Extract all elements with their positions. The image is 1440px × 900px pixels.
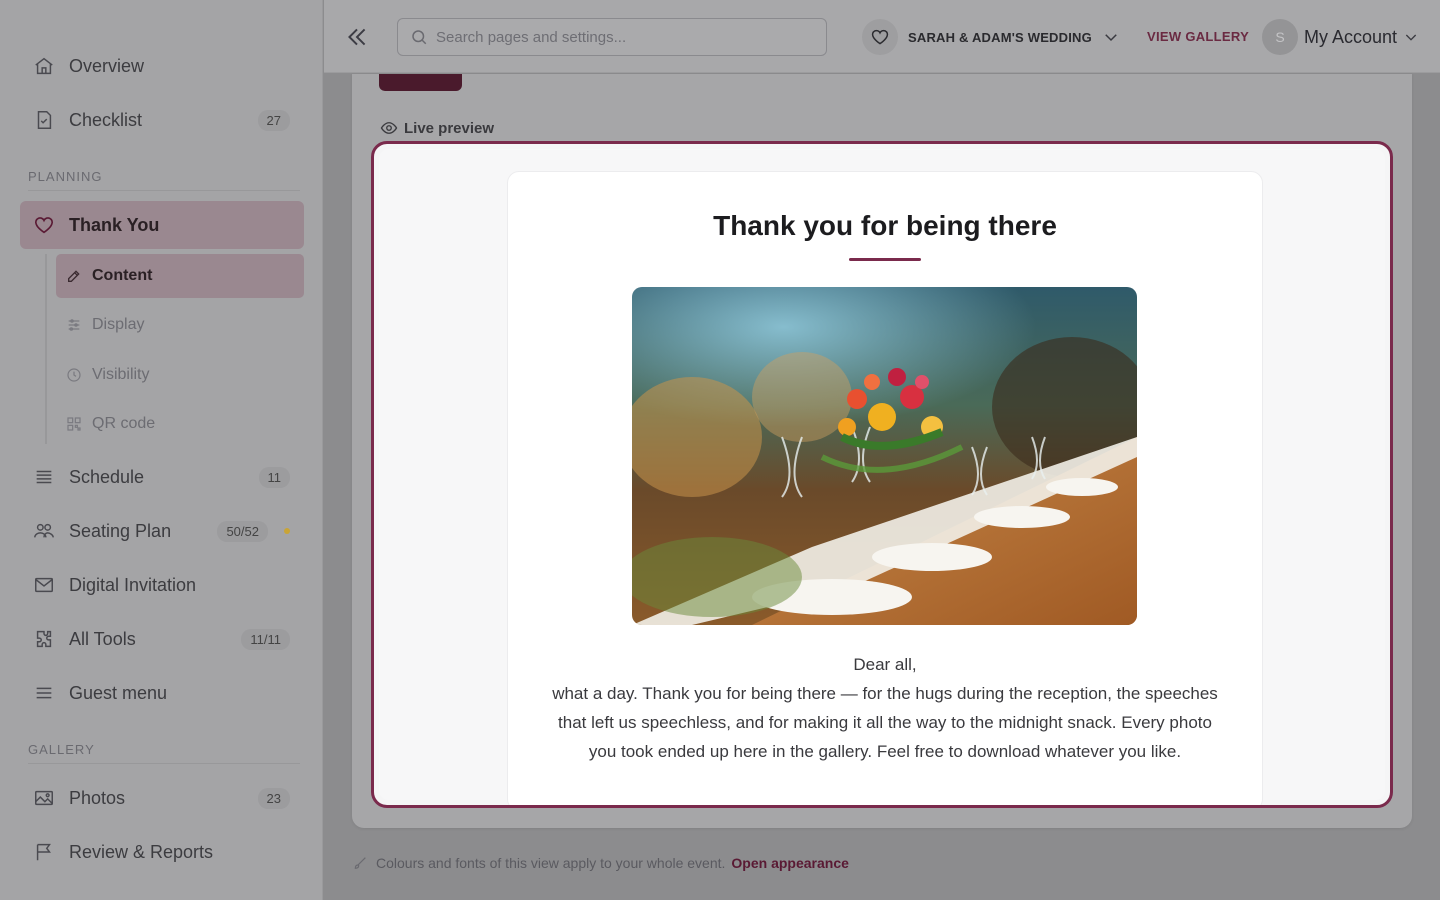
submenu-line — [45, 254, 47, 444]
avatar: S — [1262, 19, 1298, 55]
account-menu[interactable]: S My Account — [1262, 19, 1419, 55]
eye-icon — [380, 119, 398, 137]
puzzle-icon — [33, 628, 55, 650]
sidebar-subitem-label: Visibility — [92, 366, 150, 383]
count-badge: 11/11 — [241, 628, 290, 650]
status-dot — [284, 528, 290, 534]
sidebar-item-label: Review & Reports — [69, 841, 214, 862]
chevron-down-icon — [1102, 28, 1120, 46]
sidebar-item-label: All Tools — [69, 628, 136, 649]
count-badge: 11 — [258, 466, 290, 488]
open-appearance-link[interactable]: Open appearance — [731, 855, 849, 871]
primary-button-partial[interactable] — [379, 74, 462, 91]
section-label-gallery: GALLERY — [28, 742, 95, 757]
sidebar-item-label: Seating Plan — [69, 520, 172, 541]
heart-icon — [862, 19, 898, 55]
clock-icon — [66, 367, 82, 383]
sidebar-item-guest-menu[interactable]: Guest menu — [20, 669, 304, 717]
home-icon — [33, 55, 55, 77]
sidebar-subitem-label: QR code — [92, 415, 156, 432]
account-label: My Account — [1304, 26, 1398, 47]
count-badge: 23 — [257, 787, 290, 809]
sidebar-item-label: Photos — [69, 787, 126, 808]
sidebar-item-schedule[interactable]: Schedule 11 — [20, 453, 304, 501]
brush-icon — [352, 855, 368, 871]
sidebar: Overview Checklist 27 PLANNING Thank You… — [0, 0, 323, 900]
event-photo — [632, 287, 1137, 625]
search-icon — [410, 28, 428, 46]
message-body: what a day. Thank you for being there — … — [552, 684, 1218, 761]
preview-title: Thank you for being there — [713, 210, 1057, 241]
sidebar-item-thank-you[interactable]: Thank You — [20, 201, 304, 249]
live-preview-text: Live preview — [404, 119, 495, 137]
sidebar-subitem-label: Content — [92, 267, 153, 284]
preview-frame: Thank you for being there Dear all, what… — [371, 141, 1393, 808]
section-label-planning: PLANNING — [28, 169, 103, 184]
sidebar-item-digital-invitation[interactable]: Digital Invitation — [20, 561, 304, 609]
sidebar-subitem-display[interactable]: Display — [56, 303, 304, 347]
section-divider — [28, 763, 300, 764]
seating-icon — [33, 520, 55, 542]
sidebar-item-label: Schedule — [69, 466, 145, 487]
thank-you-card: Thank you for being there Dear all, what… — [507, 171, 1263, 805]
qr-icon — [66, 416, 82, 432]
heart-icon — [33, 214, 55, 236]
thank-you-message: Dear all, what a day. Thank you for bein… — [552, 650, 1218, 766]
envelope-icon — [33, 574, 55, 596]
appearance-note-text: Colours and fonts of this view apply to … — [376, 855, 726, 871]
sidebar-item-label: Guest menu — [69, 682, 168, 703]
menu-icon — [33, 682, 55, 704]
image-icon — [33, 787, 55, 809]
event-name: SARAH & ADAM'S WEDDING — [908, 29, 1092, 45]
sidebar-subitem-visibility[interactable]: Visibility — [56, 353, 304, 397]
sidebar-subitem-content[interactable]: Content — [56, 254, 304, 298]
collapse-sidebar-button[interactable] — [344, 24, 370, 50]
sidebar-subitem-label: Display — [92, 316, 145, 333]
appearance-note: Colours and fonts of this view apply to … — [352, 855, 849, 871]
section-divider — [28, 190, 300, 191]
sidebar-item-seating-plan[interactable]: Seating Plan 50/52 — [20, 507, 304, 555]
edit-icon — [66, 268, 82, 284]
topbar: SARAH & ADAM'S WEDDING VIEW GALLERY S My… — [324, 0, 1440, 73]
preview-background: Thank you for being there Dear all, what… — [379, 149, 1385, 805]
search-input[interactable] — [436, 28, 796, 46]
flag-icon — [33, 841, 55, 863]
checklist-icon — [33, 109, 55, 131]
double-chevron-left-icon — [348, 28, 366, 46]
sidebar-item-label: Overview — [69, 55, 145, 76]
view-gallery-link[interactable]: VIEW GALLERY — [1147, 29, 1249, 44]
message-greeting: Dear all, — [853, 655, 917, 674]
sliders-icon — [66, 317, 82, 333]
count-badge: 50/52 — [217, 520, 268, 542]
sidebar-item-label: Checklist — [69, 109, 143, 130]
sidebar-item-label: Digital Invitation — [69, 574, 197, 595]
schedule-icon — [33, 466, 55, 488]
chevron-down-icon — [1403, 29, 1419, 45]
sidebar-item-overview[interactable]: Overview — [20, 42, 304, 90]
title-accent-line — [849, 258, 921, 261]
event-selector[interactable]: SARAH & ADAM'S WEDDING — [862, 18, 1120, 56]
sidebar-item-all-tools[interactable]: All Tools 11/11 — [20, 615, 304, 663]
sidebar-subitem-qr-code[interactable]: QR code — [56, 402, 304, 446]
sidebar-item-photos[interactable]: Photos 23 — [20, 774, 304, 822]
sidebar-item-checklist[interactable]: Checklist 27 — [20, 96, 304, 144]
sidebar-item-review-reports[interactable]: Review & Reports — [20, 828, 304, 876]
live-preview-label: Live preview — [380, 119, 494, 137]
search-box[interactable] — [397, 18, 827, 56]
count-badge: 27 — [257, 109, 290, 131]
sidebar-item-label: Thank You — [69, 214, 160, 235]
